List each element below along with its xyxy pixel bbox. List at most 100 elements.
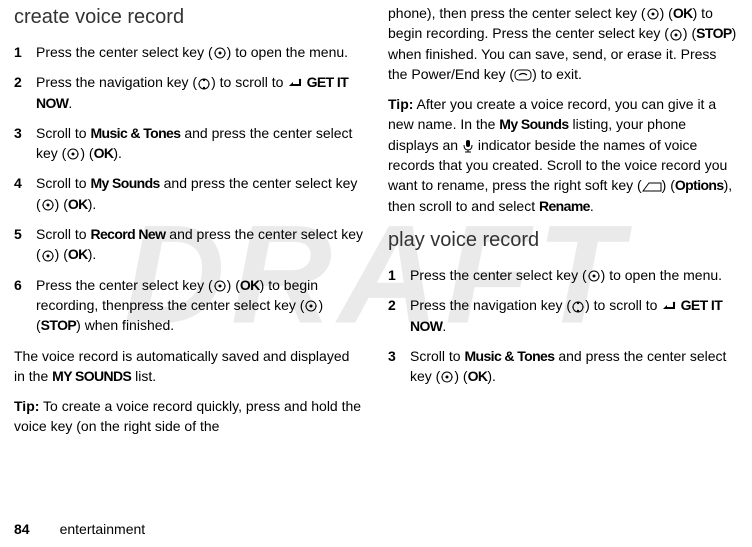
step-text: Scroll to Music & Tones and press the ce… — [36, 123, 364, 164]
text: To create a voice record quickly, press … — [14, 398, 361, 434]
step-row: 2 Press the navigation key ( ) to scroll … — [388, 295, 738, 336]
navigation-key-icon — [197, 77, 211, 91]
step-number: 6 — [14, 275, 36, 336]
text: . — [590, 198, 594, 214]
step-number: 3 — [388, 346, 410, 387]
step-row: 2 Press the navigation key ( ) to scroll … — [14, 72, 364, 113]
text: ). — [113, 145, 122, 161]
text: Scroll to — [36, 226, 90, 242]
text: ) ( — [662, 177, 675, 193]
text: Scroll to — [410, 348, 464, 364]
tip-label: Tip: — [14, 398, 39, 414]
get-it-now-icon — [661, 301, 677, 313]
heading-create-voice-record: create voice record — [14, 3, 364, 32]
center-select-key-icon — [213, 46, 227, 60]
text: OK — [468, 368, 488, 384]
text: ) ( — [660, 5, 673, 21]
text: ) when finished. — [76, 317, 174, 333]
text: ) ( — [55, 246, 68, 262]
page-content: create voice record 1 Press the center s… — [0, 0, 752, 515]
page-footer: 84 entertainment — [14, 519, 145, 539]
text: ). — [487, 368, 496, 384]
text: ). — [88, 246, 97, 262]
text: OK — [94, 145, 114, 161]
text: Music & Tones — [464, 348, 554, 364]
text: . — [442, 318, 446, 334]
text: OK — [68, 246, 88, 262]
center-select-key-icon — [213, 279, 227, 293]
tip-paragraph: Tip: To create a voice record quickly, p… — [14, 396, 364, 437]
paragraph-continuation: phone), then press the center select key… — [388, 3, 738, 84]
center-select-key-icon — [440, 370, 454, 384]
step-number: 3 — [14, 123, 36, 164]
text: ) to scroll to — [585, 297, 661, 313]
text: ) ( — [80, 145, 93, 161]
step-text: Scroll to Record New and press the cente… — [36, 224, 364, 265]
center-select-key-icon — [304, 299, 318, 313]
step-text: Press the center select key ( ) to open t… — [410, 265, 738, 285]
heading-play-voice-record: play voice record — [388, 226, 738, 255]
text: Scroll to — [36, 175, 90, 191]
microphone-icon — [462, 139, 474, 153]
center-select-key-icon — [587, 269, 601, 283]
text: Press the center select key ( — [36, 277, 213, 293]
step-row: 4 Scroll to My Sounds and press the cent… — [14, 173, 364, 214]
step-number: 2 — [14, 72, 36, 113]
step-text: Scroll to Music & Tones and press the ce… — [410, 346, 738, 387]
text: Rename — [539, 198, 590, 214]
section-name: entertainment — [60, 519, 146, 539]
text: Press the navigation key ( — [410, 297, 571, 313]
navigation-key-icon — [571, 300, 585, 314]
center-select-key-icon — [669, 28, 683, 42]
text: STOP — [696, 25, 731, 41]
text: Press the center select key ( — [36, 44, 213, 60]
center-select-key-icon — [66, 147, 80, 161]
text: ) ( — [454, 368, 467, 384]
text: Scroll to — [36, 125, 90, 141]
text: My Sounds — [499, 116, 568, 132]
text: ) ( — [683, 25, 696, 41]
text: MY SOUNDS — [52, 368, 131, 384]
paragraph: The voice record is automatically saved … — [14, 346, 364, 387]
step-number: 4 — [14, 173, 36, 214]
step-text: Press the center select key () (OK) to b… — [36, 275, 364, 336]
step-text: Press the navigation key ( ) to scroll to… — [410, 295, 738, 336]
text: My Sounds — [90, 175, 159, 191]
get-it-now-icon — [287, 78, 303, 90]
step-row: 1 Press the center select key ( ) to open… — [14, 42, 364, 62]
text: ) ( — [227, 277, 240, 293]
text: OK — [673, 5, 693, 21]
text: ) to open the menu. — [227, 44, 348, 60]
text: STOP — [41, 317, 76, 333]
text: Options — [675, 177, 724, 193]
step-text: Scroll to My Sounds and press the center… — [36, 173, 364, 214]
step-number: 5 — [14, 224, 36, 265]
text: Press the navigation key ( — [36, 74, 197, 90]
text: list. — [131, 368, 156, 384]
text: ) to scroll to — [211, 74, 287, 90]
text: Press the center select key ( — [410, 267, 587, 283]
text: ) to open the menu. — [601, 267, 722, 283]
text: OK — [68, 196, 88, 212]
text: Record New — [90, 226, 165, 242]
center-select-key-icon — [646, 7, 660, 21]
power-end-key-icon — [514, 69, 532, 81]
text: ) ( — [55, 196, 68, 212]
step-text: Press the navigation key ( ) to scroll to… — [36, 72, 364, 113]
step-row: 6 Press the center select key () (OK) to… — [14, 275, 364, 336]
tip-label: Tip: — [388, 96, 413, 112]
step-row: 5 Scroll to Record New and press the cen… — [14, 224, 364, 265]
text: Music & Tones — [90, 125, 180, 141]
text: ) to exit. — [532, 66, 582, 82]
center-select-key-icon — [41, 249, 55, 263]
step-number: 2 — [388, 295, 410, 336]
text: phone), then press the center select key… — [388, 5, 646, 21]
left-column: create voice record 1 Press the center s… — [14, 3, 364, 515]
center-select-key-icon — [41, 198, 55, 212]
step-number: 1 — [388, 265, 410, 285]
right-soft-key-icon — [642, 181, 662, 193]
step-row: 3 Scroll to Music & Tones and press the … — [14, 123, 364, 164]
page-number: 84 — [14, 519, 30, 539]
step-number: 1 — [14, 42, 36, 62]
step-text: Press the center select key ( ) to open t… — [36, 42, 364, 62]
